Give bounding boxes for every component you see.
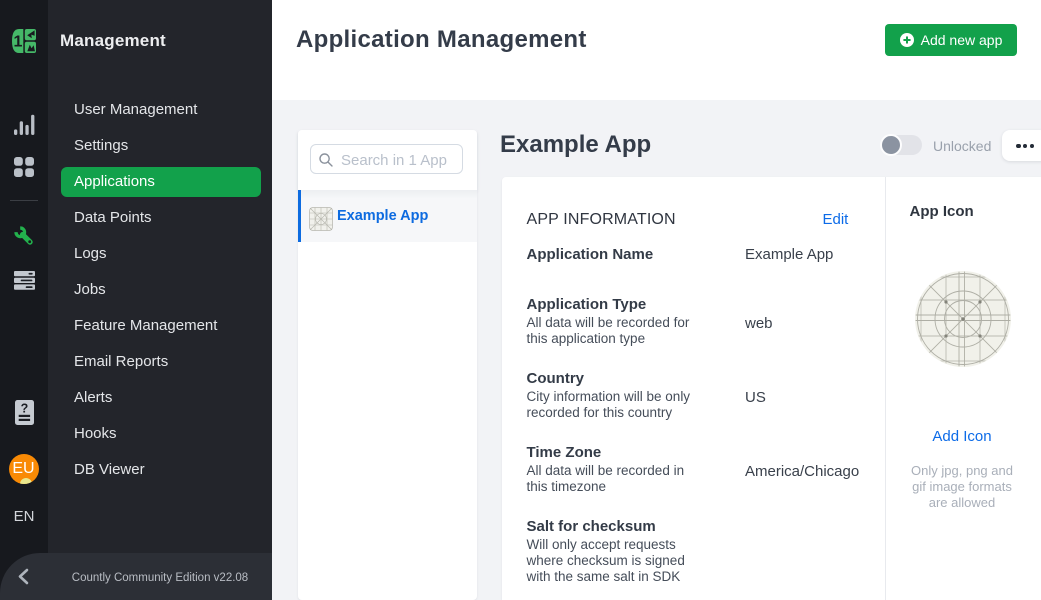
svg-text:1: 1	[14, 33, 23, 50]
svg-text:?: ?	[20, 401, 28, 415]
